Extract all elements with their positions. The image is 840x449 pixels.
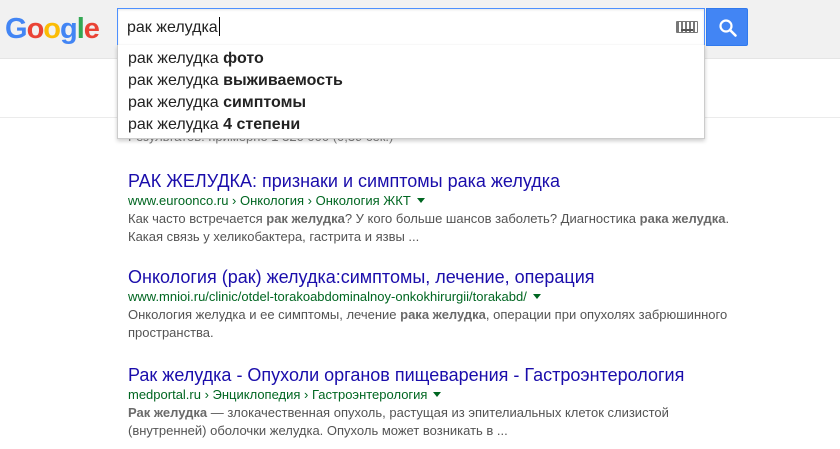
result-url-text: www.mnioi.ru/clinic/otdel-torakoabdomina…	[128, 289, 527, 304]
logo-letter-l: l	[76, 13, 85, 45]
logo-letter-g2: g	[60, 13, 78, 45]
snippet-highlight: рак желудка	[266, 211, 345, 226]
result-title-link[interactable]: Рак желудка - Опухоли органов пищеварени…	[128, 364, 748, 386]
search-result: Онкология (рак) желудка:симптомы, лечени…	[128, 266, 748, 342]
search-result: РАК ЖЕЛУДКА: признаки и симптомы рака же…	[128, 170, 748, 246]
dropdown-arrow-icon[interactable]	[532, 294, 541, 299]
search-input[interactable]: рак желудка	[127, 17, 667, 39]
suggestion-completion: фото	[223, 50, 264, 67]
snippet-highlight: рака желудка	[639, 211, 726, 226]
snippet-text: Как часто встречается	[128, 211, 267, 226]
result-url: medportal.ru › Энциклопедия › Гастроэнте…	[128, 386, 748, 403]
result-url: www.mnioi.ru/clinic/otdel-torakoabdomina…	[128, 288, 748, 305]
logo-letter-e: e	[83, 13, 100, 45]
snippet-highlight: рака желудка	[400, 307, 486, 322]
suggestion-prefix: рак желудка	[128, 50, 224, 67]
suggestion-completion: симптомы	[223, 94, 307, 111]
result-url-text: www.euroonco.ru › Онкология › Онкология …	[128, 193, 411, 208]
autocomplete-dropdown: рак желудка фото рак желудка выживаемост…	[117, 45, 705, 139]
suggestion-item[interactable]: рак желудка выживаемость	[118, 70, 704, 92]
text-caret	[218, 17, 220, 36]
snippet-highlight: Рак желудка	[128, 405, 208, 420]
suggestion-prefix: рак желудка	[128, 94, 224, 111]
result-snippet: Как часто встречается рак желудка? У ког…	[128, 210, 748, 246]
result-snippet: Онкология желудка и ее симптомы, лечение…	[128, 306, 748, 342]
magnifier-icon	[719, 19, 737, 37]
suggestion-completion: 4 степени	[223, 116, 301, 133]
search-button[interactable]	[706, 8, 748, 46]
dropdown-arrow-icon[interactable]	[433, 392, 442, 397]
snippet-text: — злокачественная опухоль, растущая из э…	[128, 405, 669, 438]
snippet-text: ? У кого больше шансов заболеть? Диагнос…	[344, 211, 640, 226]
result-url-text: medportal.ru › Энциклопедия › Гастроэнте…	[128, 387, 428, 402]
suggestion-prefix: рак желудка	[128, 72, 224, 89]
logo-letter-o2: o	[43, 13, 61, 45]
search-result: Рак желудка - Опухоли органов пищеварени…	[128, 364, 748, 440]
suggestion-item[interactable]: рак желудка фото	[118, 48, 704, 70]
result-title-link[interactable]: Онкология (рак) желудка:симптомы, лечени…	[128, 266, 748, 288]
suggestion-prefix: рак желудка	[128, 116, 224, 133]
keyboard-icon[interactable]	[676, 21, 698, 33]
suggestion-completion: выживаемость	[223, 72, 343, 89]
result-snippet: Рак желудка — злокачественная опухоль, р…	[128, 404, 748, 440]
suggestion-item[interactable]: рак желудка 4 степени	[118, 114, 704, 136]
snippet-text: Онкология желудка и ее симптомы, лечение	[128, 307, 401, 322]
result-title-link[interactable]: РАК ЖЕЛУДКА: признаки и симптомы рака же…	[128, 170, 748, 192]
suggestion-item[interactable]: рак желудка симптомы	[118, 92, 704, 114]
google-logo[interactable]: Google	[5, 13, 100, 45]
search-input-value: рак желудка	[127, 19, 218, 36]
logo-letter-g: G	[5, 13, 28, 45]
search-box[interactable]: рак желудка	[117, 8, 705, 46]
dropdown-arrow-icon[interactable]	[416, 198, 425, 203]
logo-letter-o1: o	[26, 13, 45, 45]
result-url: www.euroonco.ru › Онкология › Онкология …	[128, 192, 748, 209]
